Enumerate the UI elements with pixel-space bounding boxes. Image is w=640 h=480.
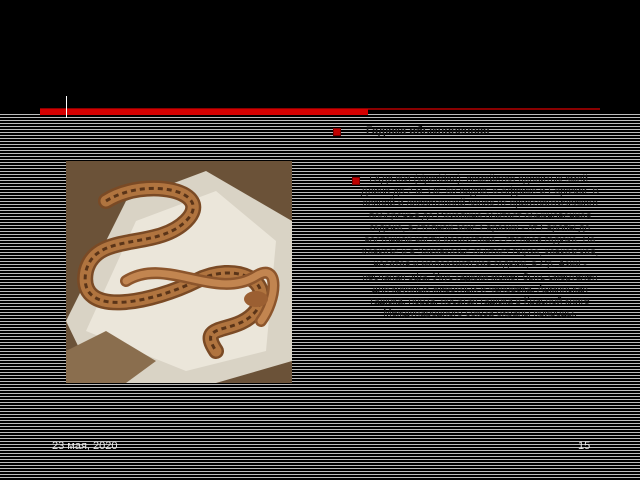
footer-date: 23 мая, 2020 [52,440,118,452]
red-accent-bar [40,109,368,115]
viper-photo [66,161,292,383]
page-number: 15 [578,440,591,452]
slide-heading: Гадюка обыкновенная [366,125,490,137]
divider-tick [66,96,67,118]
bullet-icon [333,128,341,136]
bullet-icon [352,177,360,185]
slide-body-text: ГАДЮКИ (viperidae), семейство ядовитых з… [360,174,600,320]
